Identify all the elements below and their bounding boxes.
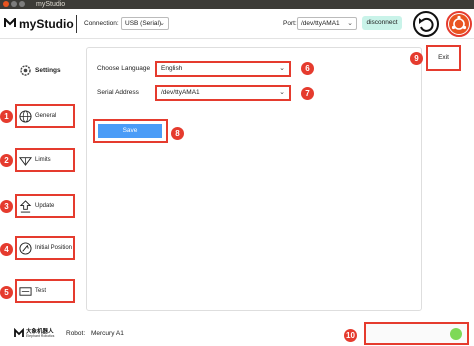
limits-icon bbox=[19, 157, 32, 166]
chevron-down-icon: ⌄ bbox=[279, 89, 285, 96]
sidebar-item-test[interactable]: Test bbox=[15, 279, 75, 303]
chevron-down-icon: ⌄ bbox=[159, 20, 165, 27]
app-header: myStudio Connection: USB (Serial) ⌄ Port… bbox=[0, 9, 474, 39]
window-title: myStudio bbox=[36, 1, 66, 8]
annotation-badge-1: 1 bbox=[0, 110, 13, 123]
chevron-down-icon: ⌄ bbox=[347, 20, 353, 27]
port-label: Port: bbox=[283, 20, 297, 27]
back-button[interactable] bbox=[413, 11, 439, 37]
mystudio-logo-icon bbox=[4, 18, 16, 27]
test-icon bbox=[19, 287, 32, 296]
sidebar-item-general[interactable]: General bbox=[15, 104, 75, 128]
robot-model: Mercury A1 bbox=[90, 330, 124, 337]
sidebar-item-limits[interactable]: Limits bbox=[15, 148, 75, 172]
elephant-robotics-logo-icon bbox=[14, 328, 24, 337]
annotation-badge-10: 10 bbox=[344, 329, 357, 342]
window-maximize-icon[interactable] bbox=[19, 1, 25, 7]
annotation-badge-3: 3 bbox=[0, 200, 13, 213]
connection-select-value: USB (Serial) bbox=[125, 20, 162, 27]
gear-icon bbox=[20, 65, 31, 76]
connection-status-box bbox=[364, 322, 469, 345]
save-highlight: Save bbox=[93, 119, 168, 143]
window-minimize-icon[interactable] bbox=[11, 1, 17, 7]
chevron-down-icon: ⌄ bbox=[279, 65, 285, 72]
ubuntu-icon bbox=[449, 14, 469, 34]
annotation-badge-5: 5 bbox=[0, 286, 13, 299]
sidebar-title: Settings bbox=[35, 67, 61, 74]
connection-select[interactable]: USB (Serial) ⌄ bbox=[121, 17, 169, 30]
annotation-badge-7: 7 bbox=[301, 87, 314, 100]
brand-name-en: Elephant Robotics bbox=[26, 334, 55, 338]
position-icon bbox=[19, 242, 32, 255]
sidebar-item-label: Test bbox=[35, 288, 47, 294]
window-close-icon[interactable] bbox=[3, 1, 9, 7]
exit-button[interactable]: Exit bbox=[426, 45, 461, 71]
save-button[interactable]: Save bbox=[98, 124, 162, 138]
robot-label: Robot: Mercury A1 bbox=[66, 330, 124, 337]
annotation-badge-2: 2 bbox=[0, 154, 13, 167]
sidebar: Settings bbox=[0, 40, 80, 320]
annotation-badge-8: 8 bbox=[171, 127, 184, 140]
annotation-badge-6: 6 bbox=[301, 62, 314, 75]
serial-address-label: Serial Address bbox=[97, 89, 139, 96]
ubuntu-button[interactable] bbox=[446, 11, 472, 37]
port-select[interactable]: /dev/ttyAMA1 ⌄ bbox=[297, 17, 357, 30]
language-select-value: English bbox=[161, 65, 183, 72]
sidebar-item-label: Initial Position bbox=[35, 245, 73, 251]
annotation-badge-9: 9 bbox=[410, 52, 423, 65]
sidebar-item-update[interactable]: Update bbox=[15, 194, 75, 218]
robot-label-text: Robot: bbox=[66, 330, 86, 337]
connection-label: Connection: bbox=[84, 20, 119, 27]
window-titlebar: myStudio bbox=[0, 0, 474, 9]
serial-address-select[interactable]: /dev/ttyAMA1 ⌄ bbox=[155, 85, 291, 101]
undo-icon bbox=[419, 17, 434, 32]
port-select-value: /dev/ttyAMA1 bbox=[301, 20, 340, 27]
language-select[interactable]: English ⌄ bbox=[155, 61, 291, 77]
sidebar-item-initial-position[interactable]: Initial Position bbox=[15, 236, 75, 260]
globe-icon bbox=[19, 110, 32, 123]
header-divider bbox=[76, 15, 77, 33]
sidebar-item-label: Update bbox=[35, 203, 55, 209]
sidebar-item-label: General bbox=[35, 113, 57, 119]
app-name: myStudio bbox=[19, 17, 74, 31]
annotation-badge-4: 4 bbox=[0, 243, 13, 256]
sidebar-item-label: Limits bbox=[35, 157, 51, 163]
upload-icon bbox=[19, 200, 32, 213]
serial-address-value: /dev/ttyAMA1 bbox=[161, 89, 200, 96]
disconnect-button[interactable]: disconnect bbox=[362, 16, 402, 30]
language-label: Choose Language bbox=[97, 65, 151, 72]
status-indicator-icon bbox=[450, 328, 462, 340]
